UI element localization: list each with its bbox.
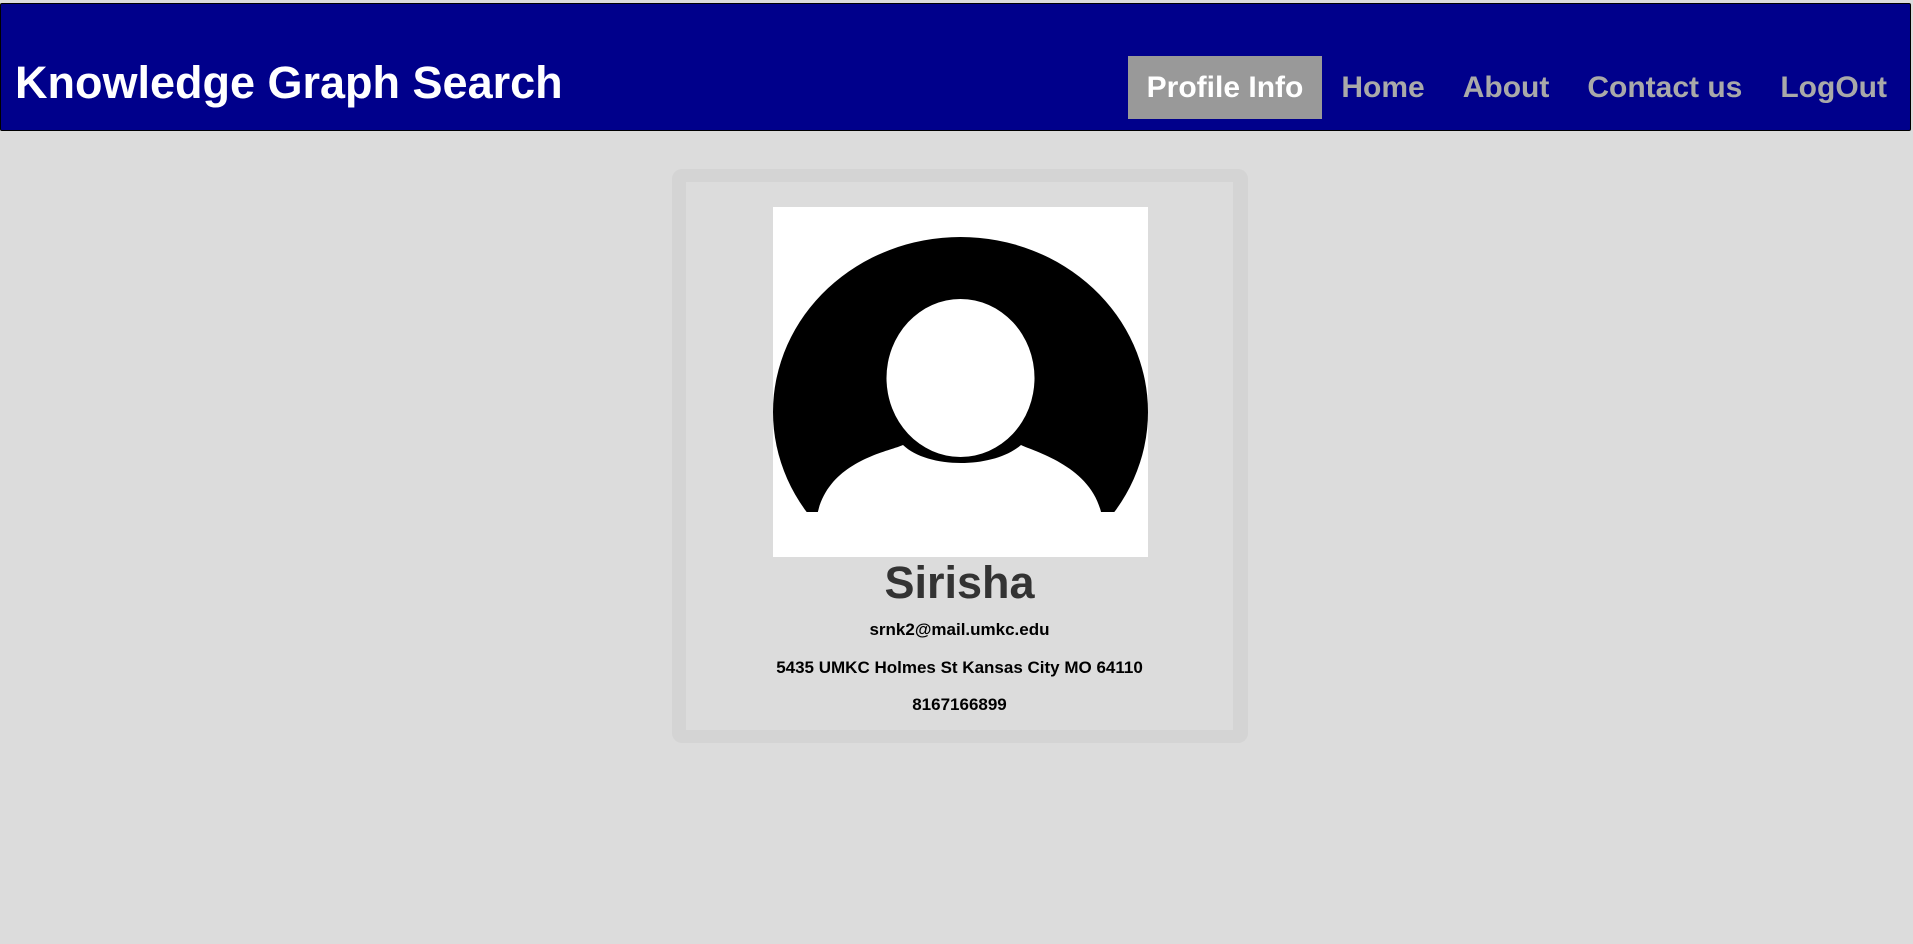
nav-menu: Profile Info Home About Contact us LogOu… [1127,56,1906,119]
profile-phone: 8167166899 [912,695,1007,714]
profile-email: srnk2@mail.umkc.edu [869,620,1050,639]
nav-item-about[interactable]: About [1444,56,1569,119]
navbar: Knowledge Graph Search Profile Info Home… [0,3,1911,131]
nav-item-profile-info[interactable]: Profile Info [1127,56,1323,119]
nav-item-logout[interactable]: LogOut [1761,56,1906,119]
nav-item-home[interactable]: Home [1322,56,1443,119]
profile-address: 5435 UMKC Holmes St Kansas City MO 64110 [776,658,1143,677]
app-title: Knowledge Graph Search [15,57,563,108]
profile-name: Sirisha [884,557,1035,608]
user-avatar-icon [773,207,1148,557]
nav-item-contact-us[interactable]: Contact us [1568,56,1761,119]
